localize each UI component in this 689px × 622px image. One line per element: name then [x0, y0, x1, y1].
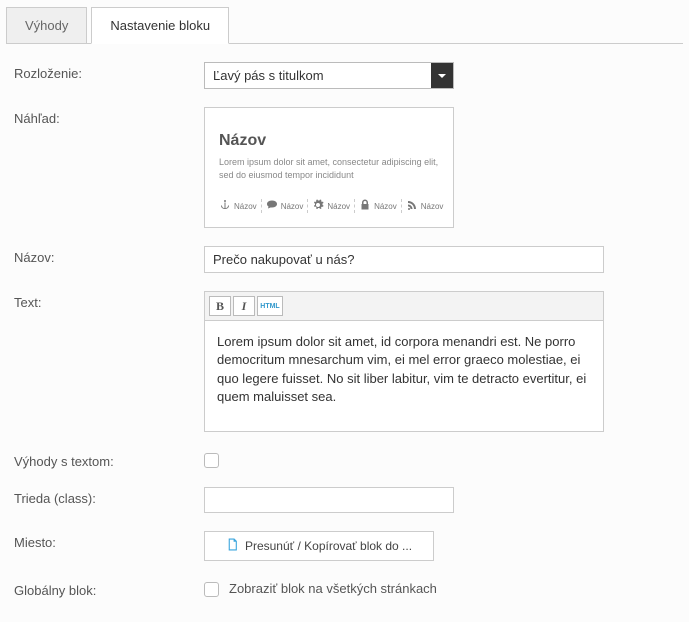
lock-icon — [359, 199, 371, 213]
chat-icon — [266, 199, 278, 213]
text-editor: B I HTML Lorem ipsum dolor sit amet, id … — [204, 291, 604, 432]
preview-title: Názov — [219, 132, 439, 150]
global-block-checkbox-label: Zobraziť blok na všetkých stránkach — [229, 581, 437, 596]
layout-select[interactable]: Ľavý pás s titulkom — [204, 62, 454, 89]
preview-item-label: Názov — [421, 202, 444, 211]
label-text: Text: — [14, 291, 204, 310]
preview-item: Názov — [312, 199, 355, 213]
preview-item-label: Názov — [374, 202, 397, 211]
editor-textarea[interactable]: Lorem ipsum dolor sit amet, id corpora m… — [205, 321, 603, 431]
italic-button[interactable]: I — [233, 296, 255, 316]
class-input[interactable] — [204, 487, 454, 513]
label-benefits-with-text: Výhody s textom: — [14, 450, 204, 469]
tab-block-settings[interactable]: Nastavenie bloku — [91, 7, 229, 44]
label-class: Trieda (class): — [14, 487, 204, 506]
tab-benefits[interactable]: Výhody — [6, 7, 87, 44]
preview-item: Názov — [359, 199, 402, 213]
title-input[interactable] — [204, 246, 604, 273]
bold-button[interactable]: B — [209, 296, 231, 316]
preview-item: Názov — [406, 199, 444, 213]
html-button[interactable]: HTML — [257, 296, 283, 316]
label-title: Názov: — [14, 246, 204, 265]
layout-select-value: Ľavý pás s titulkom — [205, 63, 431, 88]
preview-desc: Lorem ipsum dolor sit amet, consectetur … — [219, 156, 439, 181]
label-global-block: Globálny blok: — [14, 579, 204, 598]
label-preview: Náhľad: — [14, 107, 204, 126]
document-icon — [226, 538, 239, 554]
label-place: Miesto: — [14, 531, 204, 550]
preview-item: Názov — [219, 199, 262, 213]
editor-toolbar: B I HTML — [205, 292, 603, 321]
preview-item-label: Názov — [281, 202, 304, 211]
chevron-down-icon — [431, 63, 453, 88]
tabs: Výhody Nastavenie bloku — [6, 6, 683, 44]
preview-box: Názov Lorem ipsum dolor sit amet, consec… — [204, 107, 454, 228]
gears-icon — [312, 199, 324, 213]
label-layout: Rozloženie: — [14, 62, 204, 81]
move-copy-button[interactable]: Presunúť / Kopírovať blok do ... — [204, 531, 434, 561]
move-copy-label: Presunúť / Kopírovať blok do ... — [245, 539, 412, 553]
anchor-icon — [219, 199, 231, 213]
rss-icon — [406, 199, 418, 213]
global-block-checkbox[interactable] — [204, 582, 219, 597]
benefits-with-text-checkbox[interactable] — [204, 453, 219, 468]
preview-item-label: Názov — [234, 202, 257, 211]
preview-item: Názov — [266, 199, 309, 213]
preview-item-label: Názov — [327, 202, 350, 211]
preview-items: Názov Názov Názov Názov Názov — [219, 199, 439, 213]
